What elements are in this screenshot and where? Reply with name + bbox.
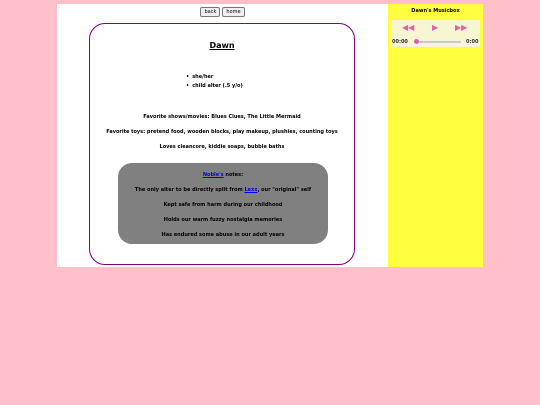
page-title: Dawn <box>209 41 235 50</box>
musicbox-title: Dawn's Musicbox <box>411 8 460 14</box>
list-item: child alter (.5 y/o) <box>186 82 243 91</box>
note-line: Holds our warm fuzzy nostalgia memories <box>163 217 283 223</box>
split-prefix: The only alter to be directly split from <box>134 187 245 193</box>
split-origin-text: The only alter to be directly split from… <box>118 187 328 193</box>
back-button[interactable]: back <box>200 7 221 17</box>
favorite-toys-text: Favorite toys: pretend food, wooden bloc… <box>106 129 338 135</box>
notes-heading: Noble's notes: <box>118 172 328 178</box>
seek-bar[interactable] <box>415 41 461 43</box>
note-line: Has endured some abuse in our adult year… <box>161 232 285 238</box>
loves-text: Loves cleancore, kiddie soaps, bubble ba… <box>159 144 285 150</box>
split-suffix: , our "original" self <box>257 187 312 193</box>
original-self-link[interactable]: Lexx <box>244 187 257 193</box>
seek-handle[interactable] <box>414 39 419 44</box>
identity-list: she/her child alter (.5 y/o) <box>186 73 243 91</box>
nav-bar: back home <box>57 7 388 17</box>
home-button[interactable]: home <box>222 7 245 17</box>
profile-card: Dawn she/her child alter (.5 y/o) Favori… <box>89 23 355 265</box>
rewind-icon[interactable]: ◀◀ <box>402 23 414 33</box>
play-icon[interactable]: ▶ <box>432 23 438 33</box>
musicbox-sidebar: Dawn's Musicbox ◀◀ ▶ ▶▶ 00:00 0:00 <box>388 4 483 267</box>
author-link[interactable]: Noble's <box>203 172 224 178</box>
notes-box: Noble's notes: The only alter to be dire… <box>118 163 328 244</box>
duration-time: 0:00 <box>466 39 479 45</box>
favorite-shows-text: Favorite shows/movies: Blues Clues, The … <box>143 114 301 120</box>
main-panel: back home Dawn she/her child alter (.5 y… <box>57 4 388 267</box>
audio-player: ◀◀ ▶ ▶▶ 00:00 0:00 <box>391 20 480 47</box>
list-item: she/her <box>186 73 243 82</box>
current-time: 00:00 <box>392 39 408 45</box>
fast-forward-icon[interactable]: ▶▶ <box>455 23 467 33</box>
notes-heading-label: notes: <box>223 172 244 178</box>
note-line: Kept safe from harm during our childhood <box>163 202 283 208</box>
